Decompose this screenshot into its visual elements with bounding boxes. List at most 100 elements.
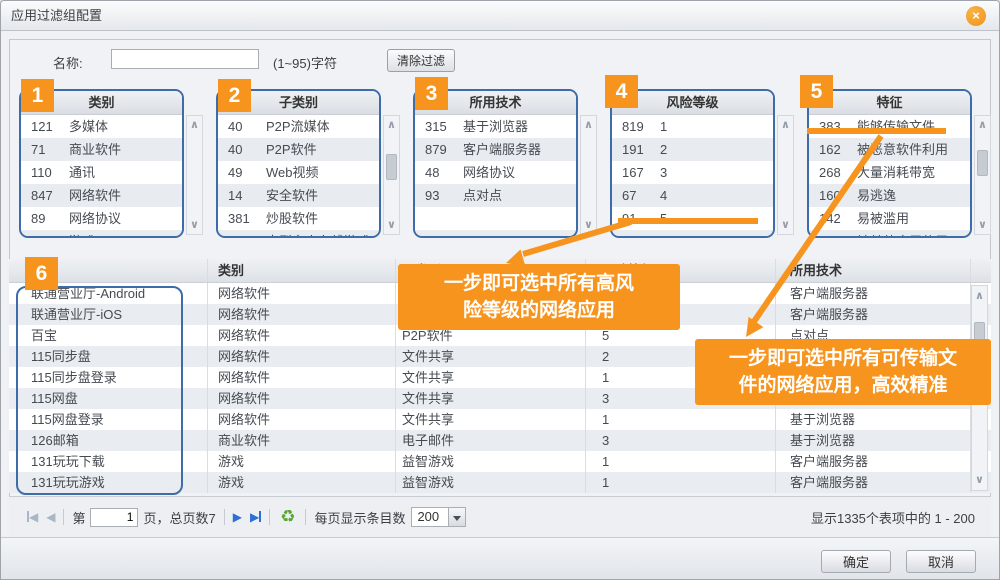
first-page-button[interactable]: ◀ bbox=[27, 510, 38, 524]
close-icon[interactable]: × bbox=[966, 6, 986, 26]
item-label: 网络协议 bbox=[69, 207, 121, 230]
panel-scrollbar[interactable]: ∧∨ bbox=[974, 115, 991, 235]
dialog-titlebar: 应用过滤组配置 × bbox=[1, 1, 999, 31]
list-item[interactable]: 48网络协议 bbox=[415, 161, 576, 184]
table-cell: 电子邮件 bbox=[396, 430, 586, 451]
list-item[interactable]: 101被其他应用使用 bbox=[809, 230, 970, 238]
filter-panel-3: 所用技术315基于浏览器879客户端服务器48网络协议93点对点 bbox=[413, 89, 578, 238]
scroll-up-icon[interactable]: ∧ bbox=[972, 290, 987, 302]
clear-filter-button[interactable]: 清除过滤 bbox=[387, 49, 455, 72]
list-item[interactable]: 142易被滥用 bbox=[809, 207, 970, 230]
list-item[interactable]: 674 bbox=[612, 184, 773, 207]
list-item[interactable]: 40P2P流媒体 bbox=[218, 115, 379, 138]
list-item[interactable]: 93点对点 bbox=[415, 184, 576, 207]
table-cell: 网络软件 bbox=[208, 283, 396, 304]
table-cell: 客户端服务器 bbox=[776, 283, 971, 304]
item-count: 162 bbox=[809, 138, 857, 161]
panel-scrollbar[interactable]: ∧∨ bbox=[186, 115, 203, 235]
list-item[interactable]: 1673 bbox=[612, 161, 773, 184]
list-item[interactable]: 381炒股软件 bbox=[218, 207, 379, 230]
list-item[interactable]: 40P2P软件 bbox=[218, 138, 379, 161]
table-cell: 115同步盘登录 bbox=[9, 367, 208, 388]
table-cell: 文件共享 bbox=[396, 388, 586, 409]
item-label: 1 bbox=[660, 115, 667, 138]
prev-page-button[interactable]: ◀ bbox=[46, 510, 55, 524]
column-header: 类别 bbox=[208, 259, 396, 282]
scroll-up-icon[interactable]: ∧ bbox=[187, 119, 202, 131]
list-item[interactable]: 8191 bbox=[612, 115, 773, 138]
cancel-button[interactable]: 取消 bbox=[906, 550, 976, 573]
item-count: 67 bbox=[612, 184, 660, 207]
table-cell: 115网盘 bbox=[9, 388, 208, 409]
list-item[interactable]: 160易逃逸 bbox=[809, 184, 970, 207]
list-item[interactable]: 1912 bbox=[612, 138, 773, 161]
panel-scrollbar[interactable]: ∧∨ bbox=[777, 115, 794, 235]
pagination-bar: ◀ ◀ 第 页，总页数7 ▶ ▶ ♻ 每页显示条目数 200 显示1335个表项… bbox=[9, 496, 991, 537]
page-number-input[interactable] bbox=[90, 508, 138, 527]
chevron-down-icon[interactable] bbox=[448, 508, 465, 526]
table-row[interactable]: 131玩玩下载游戏益智游戏1客户端服务器 bbox=[9, 451, 991, 472]
scroll-down-icon[interactable]: ∨ bbox=[384, 219, 399, 231]
table-cell: 网络软件 bbox=[208, 304, 396, 325]
list-item[interactable]: 49Web视频 bbox=[218, 161, 379, 184]
scroll-up-icon[interactable]: ∧ bbox=[778, 119, 793, 131]
panel-scrollbar[interactable]: ∧∨ bbox=[383, 115, 400, 235]
item-count: 69 bbox=[218, 230, 266, 238]
list-item[interactable]: 879客户端服务器 bbox=[415, 138, 576, 161]
scrollbar-thumb[interactable] bbox=[977, 150, 988, 176]
next-page-button[interactable]: ▶ bbox=[233, 510, 242, 524]
table-row[interactable]: 115网盘登录网络软件文件共享1基于浏览器 bbox=[9, 409, 991, 430]
list-item[interactable]: 121多媒体 bbox=[21, 115, 182, 138]
table-cell: 131玩玩游戏 bbox=[9, 472, 208, 493]
refresh-icon[interactable]: ♻ bbox=[280, 507, 295, 527]
scroll-down-icon[interactable]: ∨ bbox=[972, 474, 987, 486]
filter-panel-4: 风险等级819119121673674915 bbox=[610, 89, 775, 238]
item-count: 167 bbox=[612, 161, 660, 184]
item-label: 客户端服务器 bbox=[463, 138, 541, 161]
item-count: 381 bbox=[218, 207, 266, 230]
scroll-up-icon[interactable]: ∧ bbox=[975, 119, 990, 131]
list-item[interactable]: 89网络协议 bbox=[21, 207, 182, 230]
scroll-down-icon[interactable]: ∨ bbox=[975, 219, 990, 231]
list-item[interactable]: 847网络软件 bbox=[21, 184, 182, 207]
scrollbar-thumb[interactable] bbox=[386, 154, 397, 180]
table-cell: 客户端服务器 bbox=[776, 304, 971, 325]
item-label: 能够传输文件 bbox=[857, 115, 935, 138]
item-label: 商业软件 bbox=[69, 138, 121, 161]
per-page-select[interactable]: 200 bbox=[411, 507, 466, 527]
callout-text: 险等级的网络应用 bbox=[398, 297, 680, 324]
table-cell: 网络软件 bbox=[208, 325, 396, 346]
list-item[interactable]: 162被恶意软件利用 bbox=[809, 138, 970, 161]
last-page-button[interactable]: ▶ bbox=[250, 510, 261, 524]
list-item[interactable]: 14安全软件 bbox=[218, 184, 379, 207]
item-count: 40 bbox=[218, 115, 266, 138]
item-count: 160 bbox=[809, 184, 857, 207]
list-item[interactable]: 383能够传输文件 bbox=[809, 115, 970, 138]
list-item[interactable]: 97游戏 bbox=[21, 230, 182, 238]
name-input[interactable] bbox=[111, 49, 259, 69]
item-label: 网络协议 bbox=[463, 161, 515, 184]
list-item[interactable]: 69大型多人在线游戏 bbox=[218, 230, 379, 238]
list-item[interactable]: 915 bbox=[612, 207, 773, 230]
scroll-down-icon[interactable]: ∨ bbox=[778, 219, 793, 231]
table-cell: 文件共享 bbox=[396, 367, 586, 388]
table-row[interactable]: 126邮箱商业软件电子邮件3基于浏览器 bbox=[9, 430, 991, 451]
item-count: 101 bbox=[809, 230, 857, 238]
scroll-down-icon[interactable]: ∨ bbox=[187, 219, 202, 231]
panel-scrollbar[interactable]: ∧∨ bbox=[580, 115, 597, 235]
step-badge-4: 4 bbox=[605, 75, 638, 108]
item-count: 91 bbox=[612, 207, 660, 230]
scroll-up-icon[interactable]: ∧ bbox=[384, 119, 399, 131]
list-item[interactable]: 268大量消耗带宽 bbox=[809, 161, 970, 184]
item-label: 被恶意软件利用 bbox=[857, 138, 948, 161]
scroll-down-icon[interactable]: ∨ bbox=[581, 219, 596, 231]
per-page-value: 200 bbox=[412, 508, 448, 526]
list-item[interactable]: 71商业软件 bbox=[21, 138, 182, 161]
item-count: 383 bbox=[809, 115, 857, 138]
table-row[interactable]: 131玩玩游戏游戏益智游戏1客户端服务器 bbox=[9, 472, 991, 493]
scroll-up-icon[interactable]: ∧ bbox=[581, 119, 596, 131]
list-item[interactable]: 315基于浏览器 bbox=[415, 115, 576, 138]
ok-button[interactable]: 确定 bbox=[821, 550, 891, 573]
table-cell: 网络软件 bbox=[208, 409, 396, 430]
list-item[interactable]: 110通讯 bbox=[21, 161, 182, 184]
